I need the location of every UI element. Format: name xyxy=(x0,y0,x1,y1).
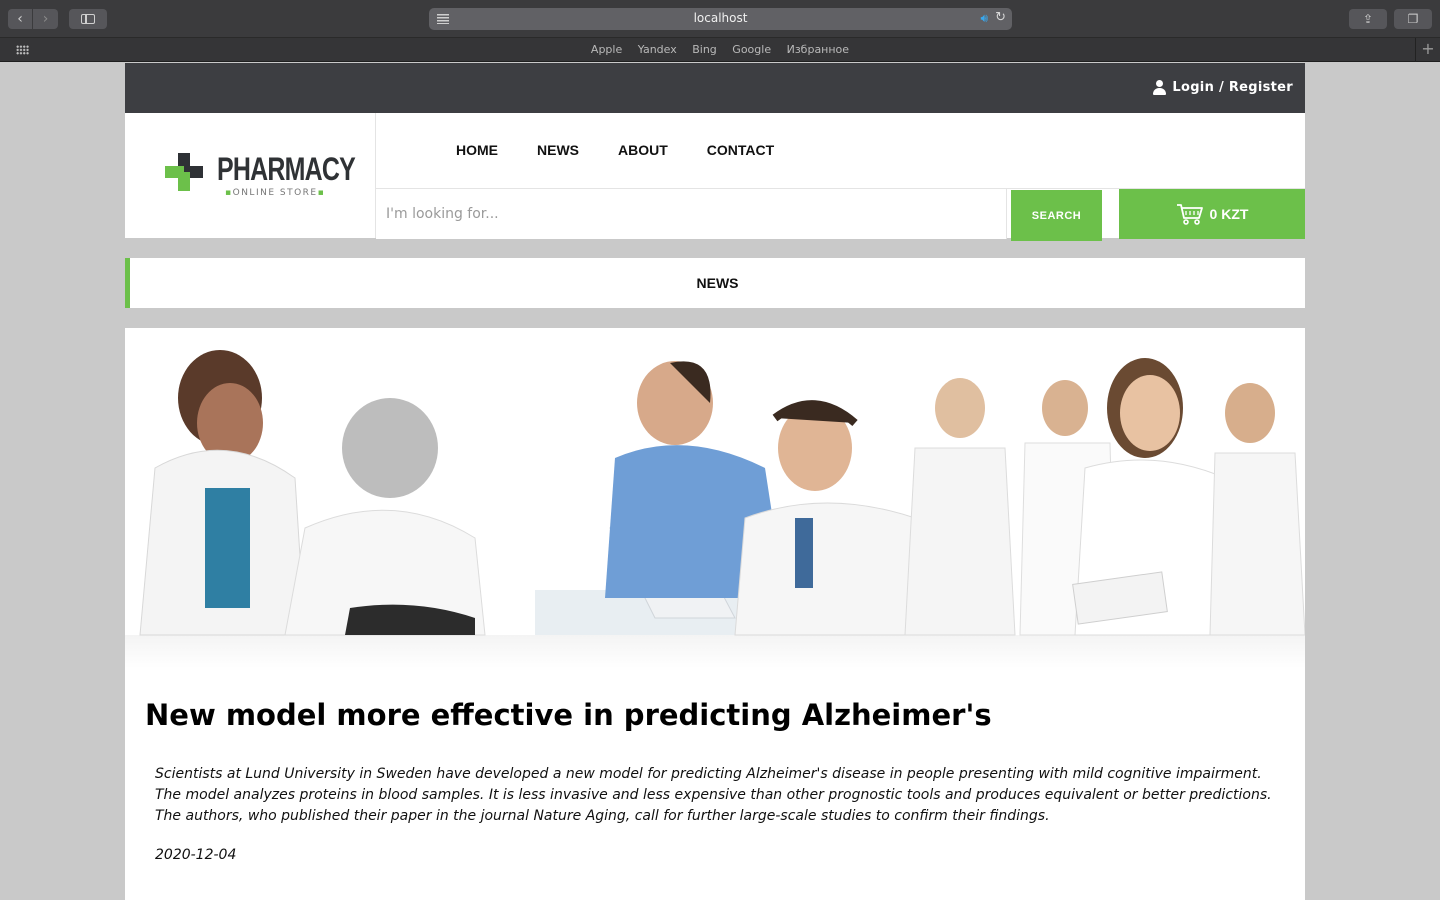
reload-icon[interactable]: ↻ xyxy=(995,10,1006,25)
address-bar[interactable]: localhost 🔊︎ ↻ xyxy=(429,8,1012,30)
doctors-illustration xyxy=(139,350,1305,636)
login-register-link[interactable]: Login / Register xyxy=(1153,80,1293,95)
search-input[interactable] xyxy=(376,189,1007,239)
cart-total: 0 KZT xyxy=(1209,206,1249,222)
user-icon xyxy=(1153,80,1167,95)
logo-title: PHARMACY xyxy=(217,151,356,187)
bookmark-item[interactable]: Google xyxy=(732,43,771,56)
hero-image-doctors xyxy=(125,328,1305,668)
nav-news[interactable]: NEWS xyxy=(537,142,579,158)
logo-subtitle-text: ONLINE STORE xyxy=(232,188,318,198)
nav-about[interactable]: ABOUT xyxy=(618,142,668,158)
logo[interactable]: PHARMACY ▪ONLINE STORE▪ xyxy=(125,113,376,238)
article-date: 2020-12-04 xyxy=(155,847,237,863)
bookmark-list: Apple Yandex Bing Google Избранное xyxy=(0,43,1440,56)
forward-button[interactable]: › xyxy=(33,9,58,29)
article-title: New model more effective in predicting A… xyxy=(145,698,992,732)
site-header: PHARMACY ▪ONLINE STORE▪ HOME NEWS ABOUT … xyxy=(125,113,1305,241)
pharmacy-cross-icon xyxy=(165,153,203,191)
history-nav: ‹ › xyxy=(8,9,59,29)
bookmark-item[interactable]: Apple xyxy=(591,43,622,56)
speaker-icon[interactable]: 🔊︎ xyxy=(980,11,988,26)
share-button[interactable]: ⇪ xyxy=(1349,9,1387,29)
browser-titlebar: ‹ › localhost 🔊︎ ↻ ⇪ ❐ xyxy=(0,0,1440,38)
bookmark-item[interactable]: Bing xyxy=(692,43,717,56)
search-button[interactable]: SEARCH xyxy=(1011,190,1102,241)
site-topbar: Login / Register xyxy=(125,63,1305,113)
sidebar-toggle-button[interactable] xyxy=(69,9,107,29)
bookmarks-bar: Apple Yandex Bing Google Избранное + xyxy=(0,38,1440,62)
bookmark-item[interactable]: Yandex xyxy=(638,43,677,56)
sidebar-icon xyxy=(81,14,95,24)
nav-home[interactable]: HOME xyxy=(456,142,498,158)
main-nav: HOME NEWS ABOUT CONTACT xyxy=(456,142,813,158)
logo-subtitle: ▪ONLINE STORE▪ xyxy=(225,188,326,198)
pharmacy-site: Login / Register PHARMACY ▪ONLINE STORE▪… xyxy=(125,63,1305,900)
search-row: SEARCH 0 KZT xyxy=(376,188,1305,241)
bookmark-item[interactable]: Избранное xyxy=(787,43,849,56)
cart-icon xyxy=(1176,204,1203,225)
cart-button[interactable]: 0 KZT xyxy=(1119,189,1305,239)
url-text: localhost xyxy=(693,11,748,25)
login-label: Login / Register xyxy=(1172,80,1293,95)
article-body: Scientists at Lund University in Sweden … xyxy=(155,766,1272,824)
article-container: New model more effective in predicting A… xyxy=(125,328,1305,900)
nav-contact[interactable]: CONTACT xyxy=(707,142,774,158)
section-title: NEWS xyxy=(696,275,739,291)
tabs-overview-button[interactable]: ❐ xyxy=(1394,9,1432,29)
new-tab-button[interactable]: + xyxy=(1415,38,1440,62)
section-title-bar: NEWS xyxy=(125,258,1305,308)
back-button[interactable]: ‹ xyxy=(8,9,33,29)
